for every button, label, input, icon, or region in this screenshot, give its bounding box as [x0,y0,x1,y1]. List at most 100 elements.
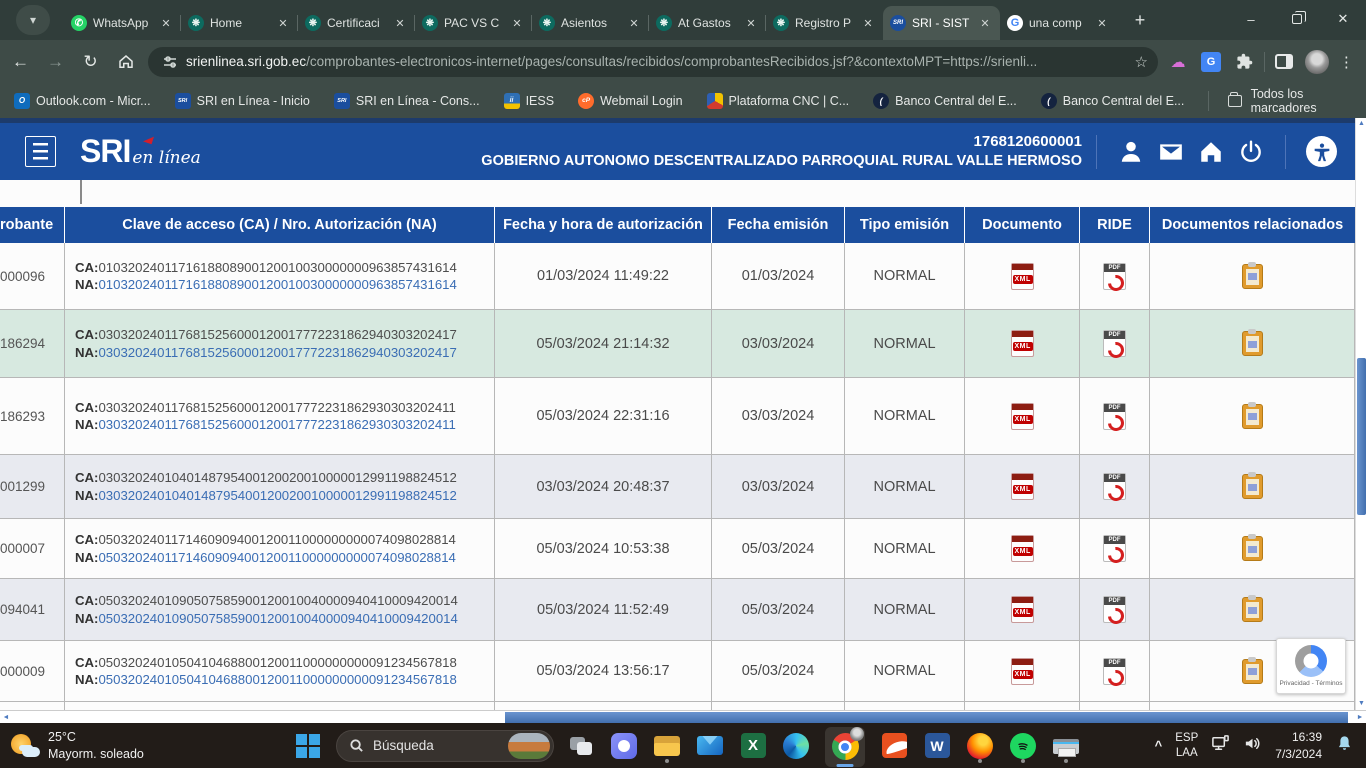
na-link[interactable]: NA:0303202401176815256000120017772231862… [75,416,456,434]
tab-registro[interactable]: Registro P ✕ [766,6,883,40]
horizontal-scrollbar[interactable]: ◄ ► [0,710,1366,723]
tab-close-icon[interactable]: ✕ [509,15,525,31]
bookmark-cnc[interactable]: Plataforma CNC | C... [707,93,850,109]
back-button[interactable]: ← [6,47,35,77]
tab-close-icon[interactable]: ✕ [977,15,993,31]
pdf-download-icon[interactable] [1103,330,1126,357]
profile-button[interactable] [1111,135,1151,169]
col-header-fecha-autorizacion[interactable]: Fecha y hora de autorización [495,207,712,243]
bookmark-sri-consultas[interactable]: SRI en Línea - Cons... [334,93,480,109]
printer-button[interactable] [1052,728,1080,764]
new-tab-button[interactable]: + [1125,5,1155,35]
tab-close-icon[interactable]: ✕ [275,15,291,31]
forward-button[interactable]: → [41,47,70,77]
taskbar-search-box[interactable]: Búsqueda [336,730,554,762]
pdf-download-icon[interactable] [1103,658,1126,685]
na-link[interactable]: NA:0503202401090507585900120010040000940… [75,610,458,628]
translate-extension-icon[interactable] [1201,52,1221,72]
sri-logo[interactable]: SRI en línea [80,136,201,168]
tab-sri-active[interactable]: SRI - SIST ✕ [883,6,1000,40]
chrome-button[interactable] [825,727,865,767]
volume-button[interactable] [1243,734,1262,758]
bookmark-star-icon[interactable]: ☆ [1135,53,1148,71]
vertical-scroll-thumb[interactable] [1357,358,1366,515]
xml-download-icon[interactable] [1011,403,1034,430]
related-docs-icon[interactable] [1242,659,1263,684]
tab-close-icon[interactable]: ✕ [626,15,642,31]
bookmark-webmail[interactable]: Webmail Login [578,93,682,109]
logout-button[interactable] [1231,135,1271,169]
tab-whatsapp[interactable]: WhatsApp ✕ [64,6,181,40]
network-button[interactable] [1211,734,1230,758]
pdf-download-icon[interactable] [1103,403,1126,430]
clock-widget[interactable]: 16:39 7/3/2024 [1275,729,1322,763]
tab-close-icon[interactable]: ✕ [743,15,759,31]
edge-button[interactable] [782,728,810,764]
excel-button[interactable] [739,728,767,764]
spotify-button[interactable] [1009,728,1037,764]
col-header-ride[interactable]: RIDE [1080,207,1150,243]
tab-at-gastos[interactable]: At Gastos ✕ [649,6,766,40]
tab-close-icon[interactable]: ✕ [392,15,408,31]
horizontal-scroll-thumb[interactable] [505,712,1348,723]
bookmark-bce-1[interactable]: Banco Central del E... [873,93,1017,109]
messages-button[interactable] [1151,135,1191,169]
bookmark-outlook[interactable]: Outlook.com - Micr... [14,93,151,109]
pdf-download-icon[interactable] [1103,535,1126,562]
pdf-download-icon[interactable] [1103,596,1126,623]
hidden-icons-chevron[interactable]: ^ [1155,738,1163,753]
pdf-download-icon[interactable] [1103,263,1126,290]
browser-home-button[interactable] [111,47,140,77]
tab-una-comp[interactable]: una comp ✕ [1000,6,1117,40]
col-header-clave[interactable]: Clave de acceso (CA) / Nro. Autorización… [65,207,495,243]
restore-button[interactable] [1274,0,1320,38]
tab-certificacion[interactable]: Certificaci ✕ [298,6,415,40]
search-daily-image[interactable] [508,733,550,759]
accessibility-button[interactable] [1306,136,1337,167]
xml-download-icon[interactable] [1011,535,1034,562]
weather-extension-icon[interactable] [1168,52,1188,72]
tab-pac-vs[interactable]: PAC VS C ✕ [415,6,532,40]
tab-search-button[interactable]: ▾ [16,5,50,35]
na-link[interactable]: NA:0503202401171460909400120011000000000… [75,549,456,567]
related-docs-icon[interactable] [1242,404,1263,429]
xml-download-icon[interactable] [1011,473,1034,500]
bookmark-bce-2[interactable]: Banco Central del E... [1041,93,1185,109]
related-docs-icon[interactable] [1242,264,1263,289]
tab-asientos[interactable]: Asientos ✕ [532,6,649,40]
side-panel-icon[interactable] [1275,54,1294,69]
vertical-scrollbar[interactable]: ▲ ▼ [1355,118,1366,710]
task-view-button[interactable] [567,728,595,764]
all-bookmarks-button[interactable]: Todos los marcadores [1208,87,1366,115]
notifications-button[interactable] [1335,734,1354,758]
chat-button[interactable] [610,728,638,764]
xml-download-icon[interactable] [1011,658,1034,685]
word-button[interactable] [923,728,951,764]
tab-home[interactable]: Home ✕ [181,6,298,40]
recaptcha-badge[interactable]: Privacidad - Términos [1276,638,1346,694]
mail-button[interactable] [696,728,724,764]
scroll-down-icon[interactable]: ▼ [1356,698,1366,710]
xml-download-icon[interactable] [1011,330,1034,357]
col-header-comprobante[interactable]: robante [0,207,65,243]
tab-close-icon[interactable]: ✕ [860,15,876,31]
na-link[interactable]: NA:0103202401171618808900120010030000000… [75,276,457,294]
close-button[interactable]: ✕ [1320,0,1366,38]
related-docs-icon[interactable] [1242,474,1263,499]
na-link[interactable]: NA:0303202401176815256000120017772231862… [75,344,457,362]
start-button[interactable] [293,731,323,761]
scroll-up-icon[interactable]: ▲ [1356,118,1366,130]
profile-avatar[interactable] [1305,50,1328,74]
bookmark-iess[interactable]: IESS [504,93,555,109]
na-link[interactable]: NA:0303202401040148795400120020010000012… [75,487,457,505]
col-header-tipo-emision[interactable]: Tipo emisión [845,207,965,243]
browser-menu-icon[interactable] [1337,50,1356,74]
firefox-button[interactable] [966,728,994,764]
xml-download-icon[interactable] [1011,596,1034,623]
pdf-reader-button[interactable] [880,728,908,764]
bookmark-sri-inicio[interactable]: SRI en Línea - Inicio [175,93,310,109]
col-header-fecha-emision[interactable]: Fecha emisión [712,207,845,243]
related-docs-icon[interactable] [1242,597,1263,622]
home-button[interactable] [1191,135,1231,169]
related-docs-icon[interactable] [1242,536,1263,561]
